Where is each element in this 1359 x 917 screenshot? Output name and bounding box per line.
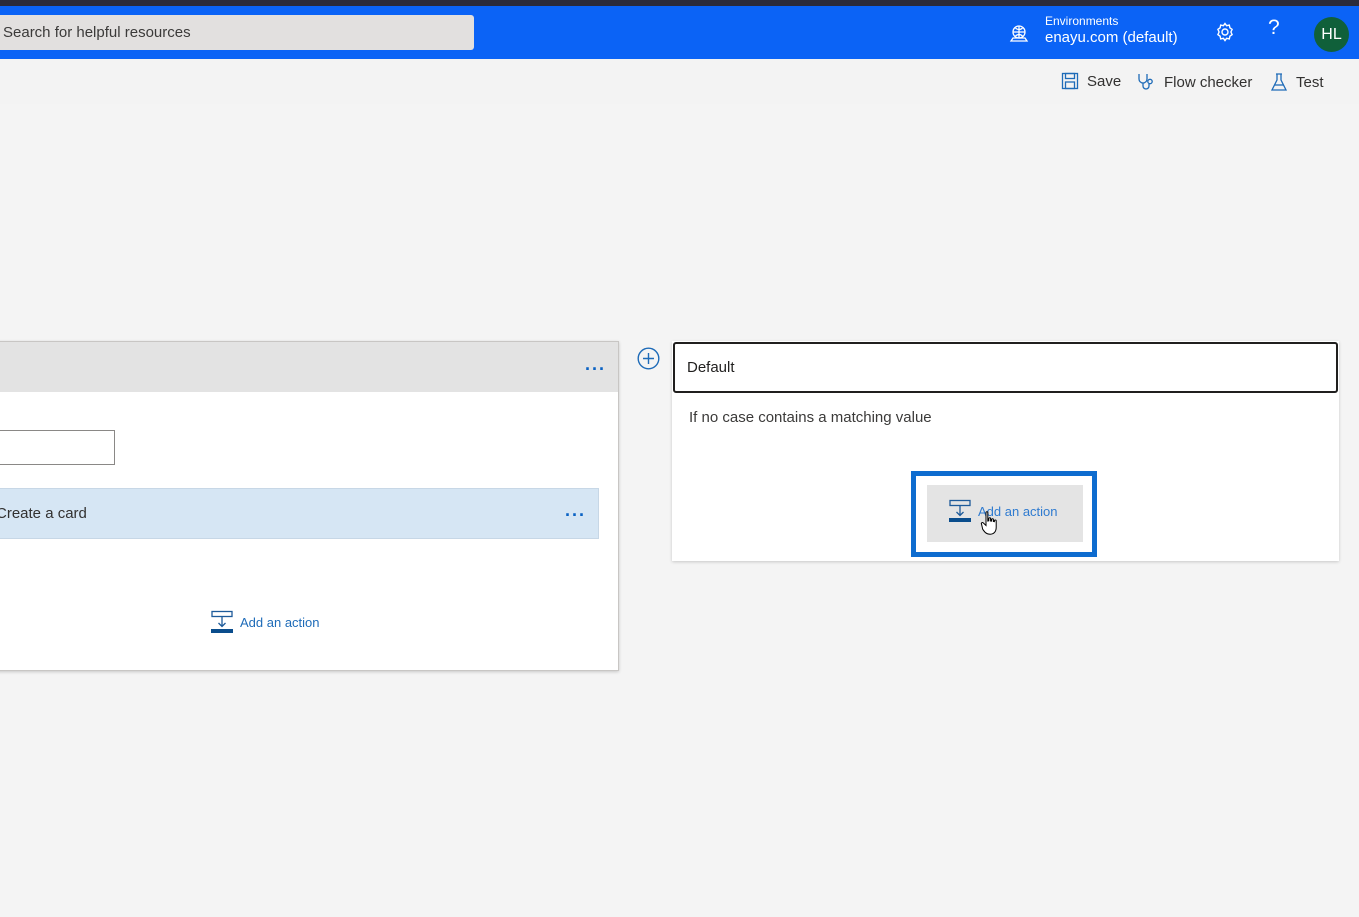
save-icon — [1061, 72, 1079, 90]
flow-checker-label: Flow checker — [1164, 73, 1253, 91]
default-title: Default — [687, 359, 735, 376]
default-description: If no case contains a matching value — [689, 409, 932, 426]
search-input[interactable]: Search for helpful resources — [0, 15, 474, 50]
avatar[interactable]: HL — [1314, 17, 1349, 52]
stethoscope-icon — [1138, 74, 1153, 90]
flow-checker-button[interactable]: Flow checker — [1136, 72, 1252, 92]
add-action-icon — [949, 499, 971, 522]
default-card-header[interactable]: Default — [673, 342, 1338, 393]
add-case-plus-icon[interactable] — [637, 347, 660, 370]
avatar-initials: HL — [1321, 25, 1342, 43]
save-button[interactable]: Save — [1061, 72, 1121, 90]
test-button[interactable]: Test — [1270, 72, 1324, 92]
environment-icon[interactable] — [1008, 23, 1030, 45]
command-bar: Save Flow checker Test — [0, 59, 1359, 104]
case-value-input[interactable] — [0, 430, 115, 465]
case-card-header[interactable]: ... — [0, 342, 618, 392]
environment-value: enayu.com (default) — [1045, 29, 1178, 46]
right-add-action-button[interactable]: Add an action — [927, 485, 1083, 542]
app-header: Search for helpful resources Environment… — [0, 6, 1359, 59]
test-label: Test — [1296, 73, 1324, 91]
environment-selector[interactable]: Environments enayu.com (default) — [1045, 14, 1178, 48]
save-label: Save — [1087, 72, 1122, 90]
environment-label: Environments — [1045, 14, 1119, 28]
left-add-action-label: Add an action — [240, 614, 320, 630]
left-add-action-button[interactable]: Add an action — [210, 610, 320, 634]
create-card-title: Create a card — [0, 505, 87, 522]
add-action-highlight: Add an action — [911, 471, 1097, 557]
search-placeholder: Search for helpful resources — [3, 24, 191, 41]
default-card: Default If no case contains a matching v… — [672, 341, 1339, 561]
create-card-action[interactable]: Create a card ... — [0, 488, 599, 539]
help-icon[interactable]: ? — [1268, 16, 1280, 40]
create-card-more-options-button[interactable]: ... — [565, 500, 586, 521]
case-card: ... Create a card ... Add an action — [0, 341, 619, 671]
settings-icon[interactable] — [1214, 21, 1236, 43]
case-more-options-button[interactable]: ... — [585, 354, 606, 375]
add-action-icon — [211, 610, 233, 633]
flask-icon — [1270, 73, 1288, 91]
hand-cursor-icon — [980, 511, 997, 535]
